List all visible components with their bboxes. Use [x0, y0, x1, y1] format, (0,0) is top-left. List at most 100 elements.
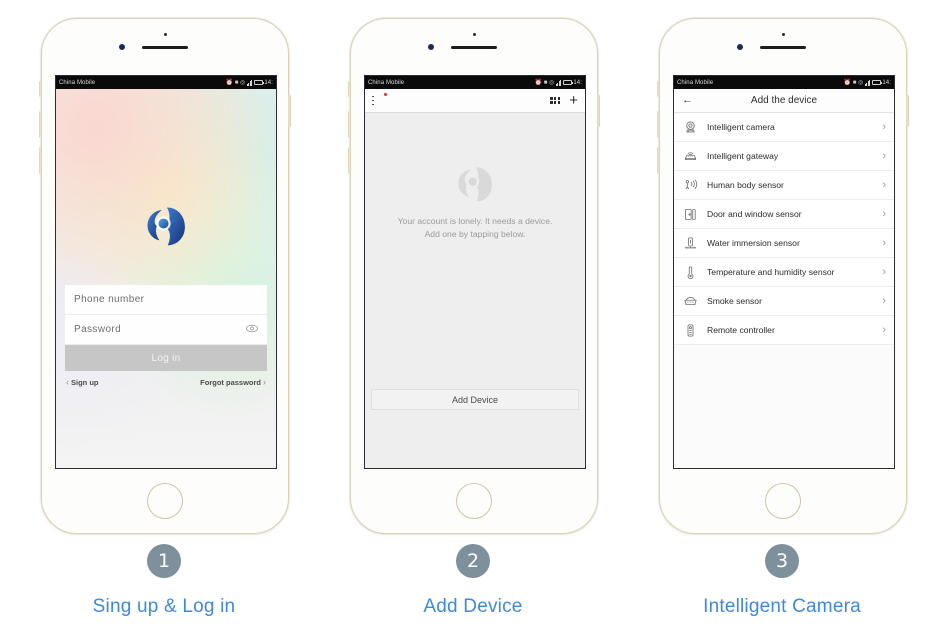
app-toolbar: + [365, 89, 585, 113]
clock-label: 14: [882, 79, 891, 86]
list-item[interactable]: Human body sensor › [674, 171, 894, 200]
chevron-left-icon: ‹ [66, 377, 69, 387]
power-button[interactable] [906, 95, 909, 127]
list-icon[interactable] [372, 92, 387, 106]
home-button[interactable] [765, 483, 801, 519]
device-label: Remote controller [707, 325, 775, 335]
alarm-icon: ⏰ [534, 79, 543, 86]
front-camera-icon [119, 44, 125, 50]
empty-message-line-1: Your account is lonely. It needs a devic… [397, 216, 553, 226]
device-label: Water immersion sensor [707, 238, 800, 248]
chevron-right-icon: › [882, 324, 886, 336]
eye-icon[interactable] [246, 324, 258, 336]
list-item[interactable]: Intelligent gateway › [674, 142, 894, 171]
list-item[interactable]: Door and window sensor › [674, 200, 894, 229]
sign-up-label: Sign up [71, 377, 99, 387]
battery-icon [562, 80, 573, 85]
app-logo [145, 205, 187, 247]
silent-switch[interactable] [39, 81, 42, 97]
device-label: Temperature and humidity sensor [707, 267, 835, 277]
front-camera-icon [428, 44, 434, 50]
signal-icon [555, 79, 562, 86]
add-device-button[interactable]: Add Device [371, 389, 579, 410]
sdcard-icon: ■ [234, 79, 239, 86]
device-type-list: Intelligent camera › Intelligent gateway [674, 113, 894, 345]
device-list-empty-state: + Your account is lonely. It needs a dev… [365, 89, 585, 468]
remote-icon [683, 323, 698, 338]
clock-label: 14: [573, 79, 582, 86]
plus-icon[interactable]: + [569, 93, 578, 108]
wifi-icon: ◎ [549, 79, 555, 86]
volume-up-button[interactable] [657, 111, 660, 138]
sign-up-link[interactable]: ‹ Sign up [66, 377, 99, 387]
list-item[interactable]: Temperature and humidity sensor › [674, 258, 894, 287]
earpiece-speaker [142, 46, 188, 49]
page-title: Add the device [750, 95, 818, 106]
device-label: Door and window sensor [707, 209, 802, 219]
alarm-icon: ⏰ [225, 79, 234, 86]
proximity-sensor [164, 33, 167, 36]
log-in-button[interactable]: Log in [65, 345, 267, 371]
list-item[interactable]: Remote controller › [674, 316, 894, 345]
volume-down-button[interactable] [39, 147, 42, 174]
step-2: 2 Add Device [343, 544, 603, 618]
login-form: Phone number Password Log in ‹ Sign up F… [65, 285, 267, 387]
volume-up-button[interactable] [39, 111, 42, 138]
carrier-label: China Mobile [677, 79, 714, 86]
step-3: 3 Intelligent Camera [652, 544, 912, 618]
carrier-label: China Mobile [368, 79, 405, 86]
earpiece-speaker [760, 46, 806, 49]
phone-mockup-3: China Mobile ⏰ ■ ◎ 14: ← Add the device [657, 18, 909, 534]
volume-up-button[interactable] [348, 111, 351, 138]
login-links: ‹ Sign up Forgot password › [65, 371, 267, 387]
power-button[interactable] [288, 95, 291, 127]
notification-badge [383, 92, 387, 96]
front-camera-icon [737, 44, 743, 50]
forgot-password-link[interactable]: Forgot password › [200, 377, 266, 387]
water-sensor-icon [683, 236, 698, 251]
home-button[interactable] [147, 483, 183, 519]
chevron-right-icon: › [882, 237, 886, 249]
phone-3-screen: China Mobile ⏰ ■ ◎ 14: ← Add the device [673, 75, 895, 469]
volume-down-button[interactable] [348, 147, 351, 174]
device-label: Smoke sensor [707, 296, 762, 306]
chevron-right-icon: › [882, 266, 886, 278]
list-item[interactable]: Intelligent camera › [674, 113, 894, 142]
step-number-badge: 2 [456, 544, 490, 578]
clock-label: 14: [264, 79, 273, 86]
battery-icon [871, 80, 882, 85]
alarm-icon: ⏰ [843, 79, 852, 86]
step-caption: Sing up & Log in [92, 596, 236, 617]
camera-icon [683, 120, 698, 135]
list-item[interactable]: Water immersion sensor › [674, 229, 894, 258]
step-number-badge: 1 [147, 544, 181, 578]
phone-number-placeholder: Phone number [74, 294, 145, 305]
password-field[interactable]: Password [65, 315, 267, 345]
smoke-sensor-icon [683, 294, 698, 309]
empty-message-line-2: Add one by tapping below. [424, 229, 526, 240]
login-background: Phone number Password Log in ‹ Sign up F… [56, 89, 276, 468]
volume-down-button[interactable] [657, 147, 660, 174]
phone-mockup-1: China Mobile ⏰ ■ ◎ 14: Phone number Pass… [39, 18, 291, 534]
device-label: Intelligent camera [707, 122, 775, 132]
chevron-right-icon: › [882, 150, 886, 162]
sdcard-icon: ■ [543, 79, 548, 86]
chevron-right-icon: › [882, 208, 886, 220]
earpiece-speaker [451, 46, 497, 49]
phone-number-field[interactable]: Phone number [65, 285, 267, 315]
forgot-password-label: Forgot password [200, 377, 261, 387]
status-bar: China Mobile ⏰ ■ ◎ 14: [56, 76, 276, 89]
home-button[interactable] [456, 483, 492, 519]
chevron-right-icon: › [263, 377, 266, 387]
signal-icon [864, 79, 871, 86]
carrier-label: China Mobile [59, 79, 96, 86]
step-caption: Intelligent Camera [703, 596, 861, 617]
silent-switch[interactable] [348, 81, 351, 97]
power-button[interactable] [597, 95, 600, 127]
list-item[interactable]: Smoke sensor › [674, 287, 894, 316]
chevron-right-icon: › [882, 179, 886, 191]
motion-sensor-icon [683, 178, 698, 193]
password-placeholder: Password [74, 324, 122, 335]
grid-icon[interactable] [550, 96, 561, 105]
silent-switch[interactable] [657, 81, 660, 97]
